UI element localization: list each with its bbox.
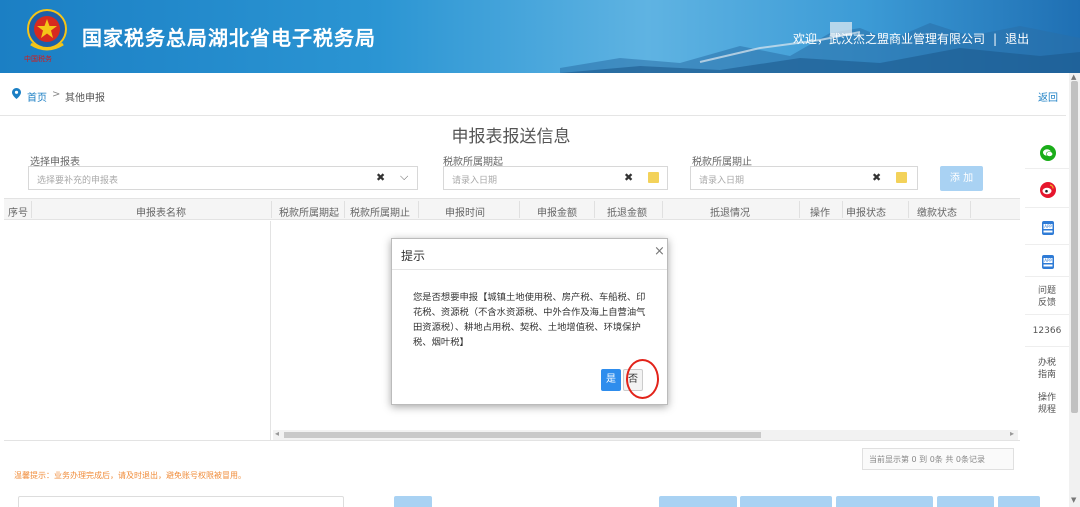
tip-text: 温馨提示：业务办理完成后，请及时退出，避免账号权限被冒用。 bbox=[14, 471, 246, 480]
breadcrumb-arrow: > bbox=[52, 89, 61, 100]
horizontal-scrollbar[interactable]: ◂ ▸ bbox=[273, 429, 1018, 440]
close-icon[interactable]: × bbox=[654, 244, 665, 259]
col-index[interactable]: 序号 bbox=[8, 204, 28, 219]
chevron-down-icon[interactable]: ⌵ bbox=[400, 170, 408, 184]
col-declare-status[interactable]: 申报状态 bbox=[846, 204, 886, 219]
welcome-separator: | bbox=[993, 32, 998, 46]
bottom-button[interactable] bbox=[394, 496, 432, 507]
logout-link[interactable]: 退出 bbox=[1005, 32, 1029, 46]
col-declare-amount[interactable]: 申报金额 bbox=[537, 204, 577, 219]
bottom-button[interactable] bbox=[998, 496, 1040, 507]
period-start-input[interactable]: 请录入日期 ✖ bbox=[443, 166, 668, 190]
back-link[interactable]: 返回 bbox=[1038, 89, 1058, 104]
welcome-bar: 欢迎，武汉杰之盟商业管理有限公司 | 退出 bbox=[793, 30, 1029, 47]
bottom-button[interactable] bbox=[659, 496, 737, 507]
bottom-button[interactable] bbox=[740, 496, 832, 507]
report-select[interactable]: 选择要补充的申报表 ✖ ⌵ bbox=[28, 166, 418, 190]
sidebar-item-rules[interactable]: 操作规程 bbox=[1025, 392, 1069, 416]
header-banner: 中国税务 国家税务总局湖北省电子税务局 欢迎，武汉杰之盟商业管理有限公司 | 退出 bbox=[0, 0, 1080, 73]
period-end-input[interactable]: 请录入日期 ✖ bbox=[690, 166, 918, 190]
scrollbar-thumb[interactable] bbox=[1071, 81, 1078, 413]
table-body-fixed bbox=[4, 221, 271, 441]
bottom-button[interactable] bbox=[937, 496, 994, 507]
col-payment-status[interactable]: 缴款状态 bbox=[917, 204, 957, 219]
dialog-title: 提示 bbox=[401, 249, 426, 263]
scroll-right-icon[interactable]: ▸ bbox=[1010, 429, 1014, 438]
svg-text:APP: APP bbox=[1044, 224, 1052, 229]
sidebar-item-feedback[interactable]: 问题反馈 bbox=[1025, 285, 1069, 309]
company-name[interactable]: 武汉杰之盟商业管理有限公司 bbox=[829, 32, 985, 46]
app-download-icon[interactable]: APP bbox=[1040, 220, 1056, 236]
app-icon[interactable]: APP bbox=[1040, 254, 1056, 270]
bottom-select[interactable] bbox=[18, 496, 344, 507]
calendar-icon[interactable] bbox=[648, 172, 659, 183]
breadcrumb: 首页 > 其他申报 返回 bbox=[0, 73, 1066, 116]
location-pin-icon bbox=[12, 88, 21, 99]
welcome-text: 欢迎， bbox=[793, 32, 830, 46]
wechat-icon[interactable] bbox=[1040, 145, 1056, 161]
scrollbar-thumb[interactable] bbox=[284, 432, 761, 438]
weibo-icon[interactable] bbox=[1040, 182, 1056, 198]
clear-icon[interactable]: ✖ bbox=[624, 171, 633, 184]
period-end-placeholder: 请录入日期 bbox=[699, 176, 745, 186]
scroll-down-icon[interactable]: ▼ bbox=[1071, 496, 1076, 504]
logo-caption: 中国税务 bbox=[24, 55, 52, 63]
site-title: 国家税务总局湖北省电子税务局 bbox=[82, 26, 376, 50]
clear-icon[interactable]: ✖ bbox=[872, 171, 881, 184]
vertical-scrollbar[interactable]: ▲ ▼ bbox=[1069, 73, 1080, 507]
scroll-left-icon[interactable]: ◂ bbox=[275, 429, 279, 438]
col-period-start[interactable]: 税款所属期起 bbox=[279, 204, 339, 219]
sidebar-item-hotline[interactable]: 12366 bbox=[1025, 325, 1069, 337]
sidebar-item-guide[interactable]: 办税指南 bbox=[1025, 357, 1069, 381]
page-heading: 申报表报送信息 bbox=[451, 127, 571, 147]
col-refund-status[interactable]: 抵退情况 bbox=[710, 204, 750, 219]
calendar-icon[interactable] bbox=[896, 172, 907, 183]
bottom-button[interactable] bbox=[836, 496, 933, 507]
table-header: 序号 申报表名称 税款所属期起 税款所属期止 申报时间 申报金额 抵退金额 抵退… bbox=[4, 198, 1020, 220]
col-report-name[interactable]: 申报表名称 bbox=[136, 204, 186, 219]
dialog-message: 您是否想要申报【城镇土地使用税、房产税、车船税、印花税、资源税（不含水资源税、中… bbox=[413, 292, 646, 348]
pager-info: 当前显示第 0 到 0条 共 0条记录 bbox=[862, 448, 1014, 470]
col-operation[interactable]: 操作 bbox=[810, 204, 830, 219]
period-start-placeholder: 请录入日期 bbox=[452, 176, 498, 186]
col-period-end[interactable]: 税款所属期止 bbox=[350, 204, 410, 219]
clear-icon[interactable]: ✖ bbox=[376, 171, 385, 184]
svg-text:APP: APP bbox=[1044, 258, 1052, 263]
col-refund-amount[interactable]: 抵退金额 bbox=[607, 204, 647, 219]
add-button[interactable]: 添 加 bbox=[940, 166, 983, 191]
breadcrumb-current: 其他申报 bbox=[65, 93, 105, 104]
tax-emblem-icon bbox=[27, 9, 67, 51]
yes-button[interactable]: 是 bbox=[601, 369, 621, 391]
breadcrumb-home[interactable]: 首页 bbox=[27, 89, 47, 104]
col-declare-time[interactable]: 申报时间 bbox=[445, 204, 485, 219]
scroll-up-icon[interactable]: ▲ bbox=[1071, 73, 1076, 81]
highlight-circle bbox=[626, 359, 659, 399]
report-select-placeholder: 选择要补充的申报表 bbox=[37, 176, 119, 186]
